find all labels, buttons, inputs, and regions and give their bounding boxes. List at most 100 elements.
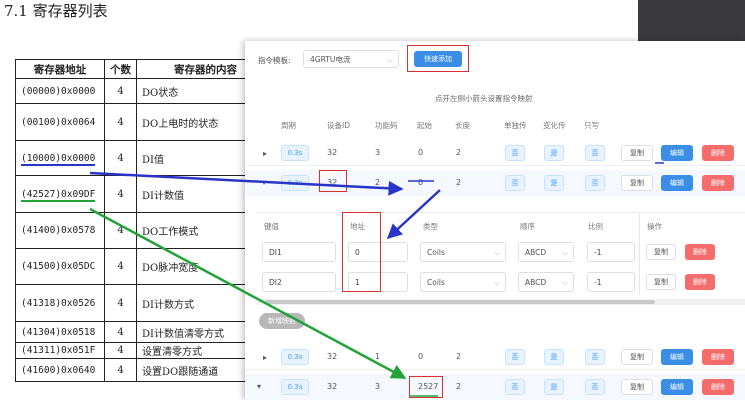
- collapse-arrow-icon[interactable]: ▾: [257, 382, 261, 391]
- chevron-down-icon: ⌵: [493, 278, 500, 287]
- delete-button[interactable]: 删除: [702, 379, 734, 395]
- device-id: 32: [327, 148, 338, 157]
- chevron-down-icon: ⌵: [493, 248, 500, 257]
- col-header-change: 变化传: [543, 121, 566, 130]
- scrollbar-thumb[interactable]: [265, 300, 655, 304]
- single-send-toggle[interactable]: 否: [505, 349, 525, 365]
- table-row: (41311)0x051F 4 设置清零方式: [15, 342, 275, 359]
- template-label: 指令模板:: [258, 56, 291, 65]
- table-row: (42527)0x09DF 4 DI计数值: [15, 175, 275, 213]
- table-row: (41500)0x05DC 4 DO脉冲宽度: [15, 248, 275, 285]
- key-input[interactable]: DI1: [262, 242, 336, 262]
- register-count: 4: [104, 175, 137, 213]
- register-count: 4: [104, 321, 137, 343]
- type-select-value: Coils: [427, 278, 445, 287]
- period-tag: 0.3s: [281, 349, 309, 365]
- sub-col-header-actions: 操作: [647, 222, 662, 231]
- command-row: ▸ 0.3s 32 1 0 2 否 是 否 复制 编辑 删除: [245, 345, 745, 370]
- copy-button[interactable]: 复制: [621, 175, 653, 191]
- edit-button[interactable]: 编辑: [661, 349, 693, 365]
- copy-button[interactable]: 复制: [621, 145, 653, 161]
- delete-button[interactable]: 删除: [702, 349, 734, 365]
- chevron-down-icon: ⌵: [386, 55, 393, 64]
- col-header-single: 单独传: [504, 121, 527, 130]
- col-header-device-id: 设备ID: [327, 121, 350, 130]
- collapse-arrow-icon[interactable]: ▾: [262, 178, 266, 187]
- add-mapping-button[interactable]: 新增映射: [259, 313, 305, 329]
- register-address: (00100)0x0064: [15, 103, 105, 141]
- sub-col-header-order: 顺序: [520, 222, 535, 231]
- change-send-toggle[interactable]: 是: [544, 145, 564, 161]
- sub-col-header-ratio: 比例: [588, 222, 603, 231]
- template-select[interactable]: 4GRTU电流 ⌵: [303, 50, 399, 68]
- write-only-toggle[interactable]: 否: [585, 349, 605, 365]
- type-select[interactable]: Coils ⌵: [420, 272, 506, 292]
- section-title: 7.1 寄存器列表: [4, 2, 108, 20]
- start-address: 0: [418, 148, 424, 157]
- change-send-toggle[interactable]: 是: [544, 349, 564, 365]
- table-header-row: 寄存器地址 个数 寄存器的内容: [15, 59, 275, 79]
- ratio-input[interactable]: -1: [587, 242, 635, 262]
- mapping-subtable: 键值 地址 类型 顺序 比例 操作 DI1 0 Coils ⌵ ABCD ⌵ -…: [257, 212, 745, 309]
- chevron-down-icon: ⌵: [561, 278, 568, 287]
- period-tag: 0.3s: [281, 175, 309, 191]
- change-send-toggle[interactable]: 是: [544, 379, 564, 395]
- type-select[interactable]: Coils ⌵: [420, 242, 506, 262]
- delete-button[interactable]: 删除: [685, 274, 715, 290]
- key-input[interactable]: DI2: [262, 272, 336, 292]
- register-address: (41600)0x0640: [15, 358, 105, 382]
- edit-button[interactable]: 编辑: [661, 175, 693, 191]
- single-send-toggle[interactable]: 否: [505, 145, 525, 161]
- copy-button[interactable]: 复制: [646, 244, 676, 260]
- ratio-input[interactable]: -1: [587, 272, 635, 292]
- register-count: 4: [104, 140, 137, 176]
- start-address: 0: [418, 352, 424, 361]
- table-row: (41318)0x0526 4 DI计数方式: [15, 284, 275, 322]
- length: 2: [456, 148, 462, 157]
- horizontal-scrollbar[interactable]: [257, 299, 745, 305]
- write-only-toggle[interactable]: 否: [585, 175, 605, 191]
- write-only-toggle[interactable]: 否: [585, 145, 605, 161]
- edit-button[interactable]: 编辑: [661, 145, 693, 161]
- register-count: 4: [104, 212, 137, 249]
- copy-button[interactable]: 复制: [621, 379, 653, 395]
- order-select[interactable]: ABCD ⌵: [518, 272, 574, 292]
- delete-button[interactable]: 删除: [702, 145, 734, 161]
- edit-button[interactable]: 编辑: [661, 379, 693, 395]
- col-header-period: 周期: [281, 121, 296, 130]
- register-count: 4: [104, 78, 137, 104]
- copy-button[interactable]: 复制: [621, 349, 653, 365]
- delete-button[interactable]: 删除: [685, 244, 715, 260]
- write-only-toggle[interactable]: 否: [585, 379, 605, 395]
- device-id: 32: [327, 352, 338, 361]
- copy-button[interactable]: 复制: [646, 274, 676, 290]
- order-select[interactable]: ABCD ⌵: [518, 242, 574, 262]
- order-select-value: ABCD: [525, 248, 547, 257]
- highlight-box: [407, 45, 469, 72]
- table-row: (00100)0x0064 4 DO上电时的状态: [15, 103, 275, 141]
- length: 2: [456, 178, 462, 187]
- col-header-address: 寄存器地址: [15, 59, 105, 79]
- register-address: (41311)0x051F: [15, 342, 105, 359]
- table-row: (41304)0x0518 4 DI计数值清零方式: [15, 321, 275, 343]
- single-send-toggle[interactable]: 否: [505, 175, 525, 191]
- register-address: (41318)0x0526: [15, 284, 105, 322]
- underlined-address: (42527)0x09DF: [21, 188, 96, 202]
- expand-arrow-icon[interactable]: ▸: [263, 149, 267, 158]
- order-select-value: ABCD: [525, 278, 547, 287]
- col-header-write-only: 只写: [584, 121, 599, 130]
- expand-arrow-icon[interactable]: ▸: [263, 353, 267, 362]
- single-send-toggle[interactable]: 否: [505, 379, 525, 395]
- command-row: ▸ 0.3s 32 3 0 2 否 是 否 复制 编辑 删除: [245, 141, 745, 166]
- delete-button[interactable]: 删除: [702, 175, 734, 191]
- table-row: (00000)0x0000 4 DO状态: [15, 78, 275, 104]
- col-header-function-code: 功能码: [375, 121, 398, 130]
- col-header-count: 个数: [104, 59, 137, 79]
- col-header-start: 起始: [417, 121, 432, 130]
- register-address: (41500)0x05DC: [15, 248, 105, 285]
- register-count: 4: [104, 284, 137, 322]
- period-tag: 0.3s: [281, 145, 309, 161]
- change-send-toggle[interactable]: 是: [544, 175, 564, 191]
- column-divider: [639, 213, 640, 295]
- register-address: (42527)0x09DF: [15, 175, 105, 213]
